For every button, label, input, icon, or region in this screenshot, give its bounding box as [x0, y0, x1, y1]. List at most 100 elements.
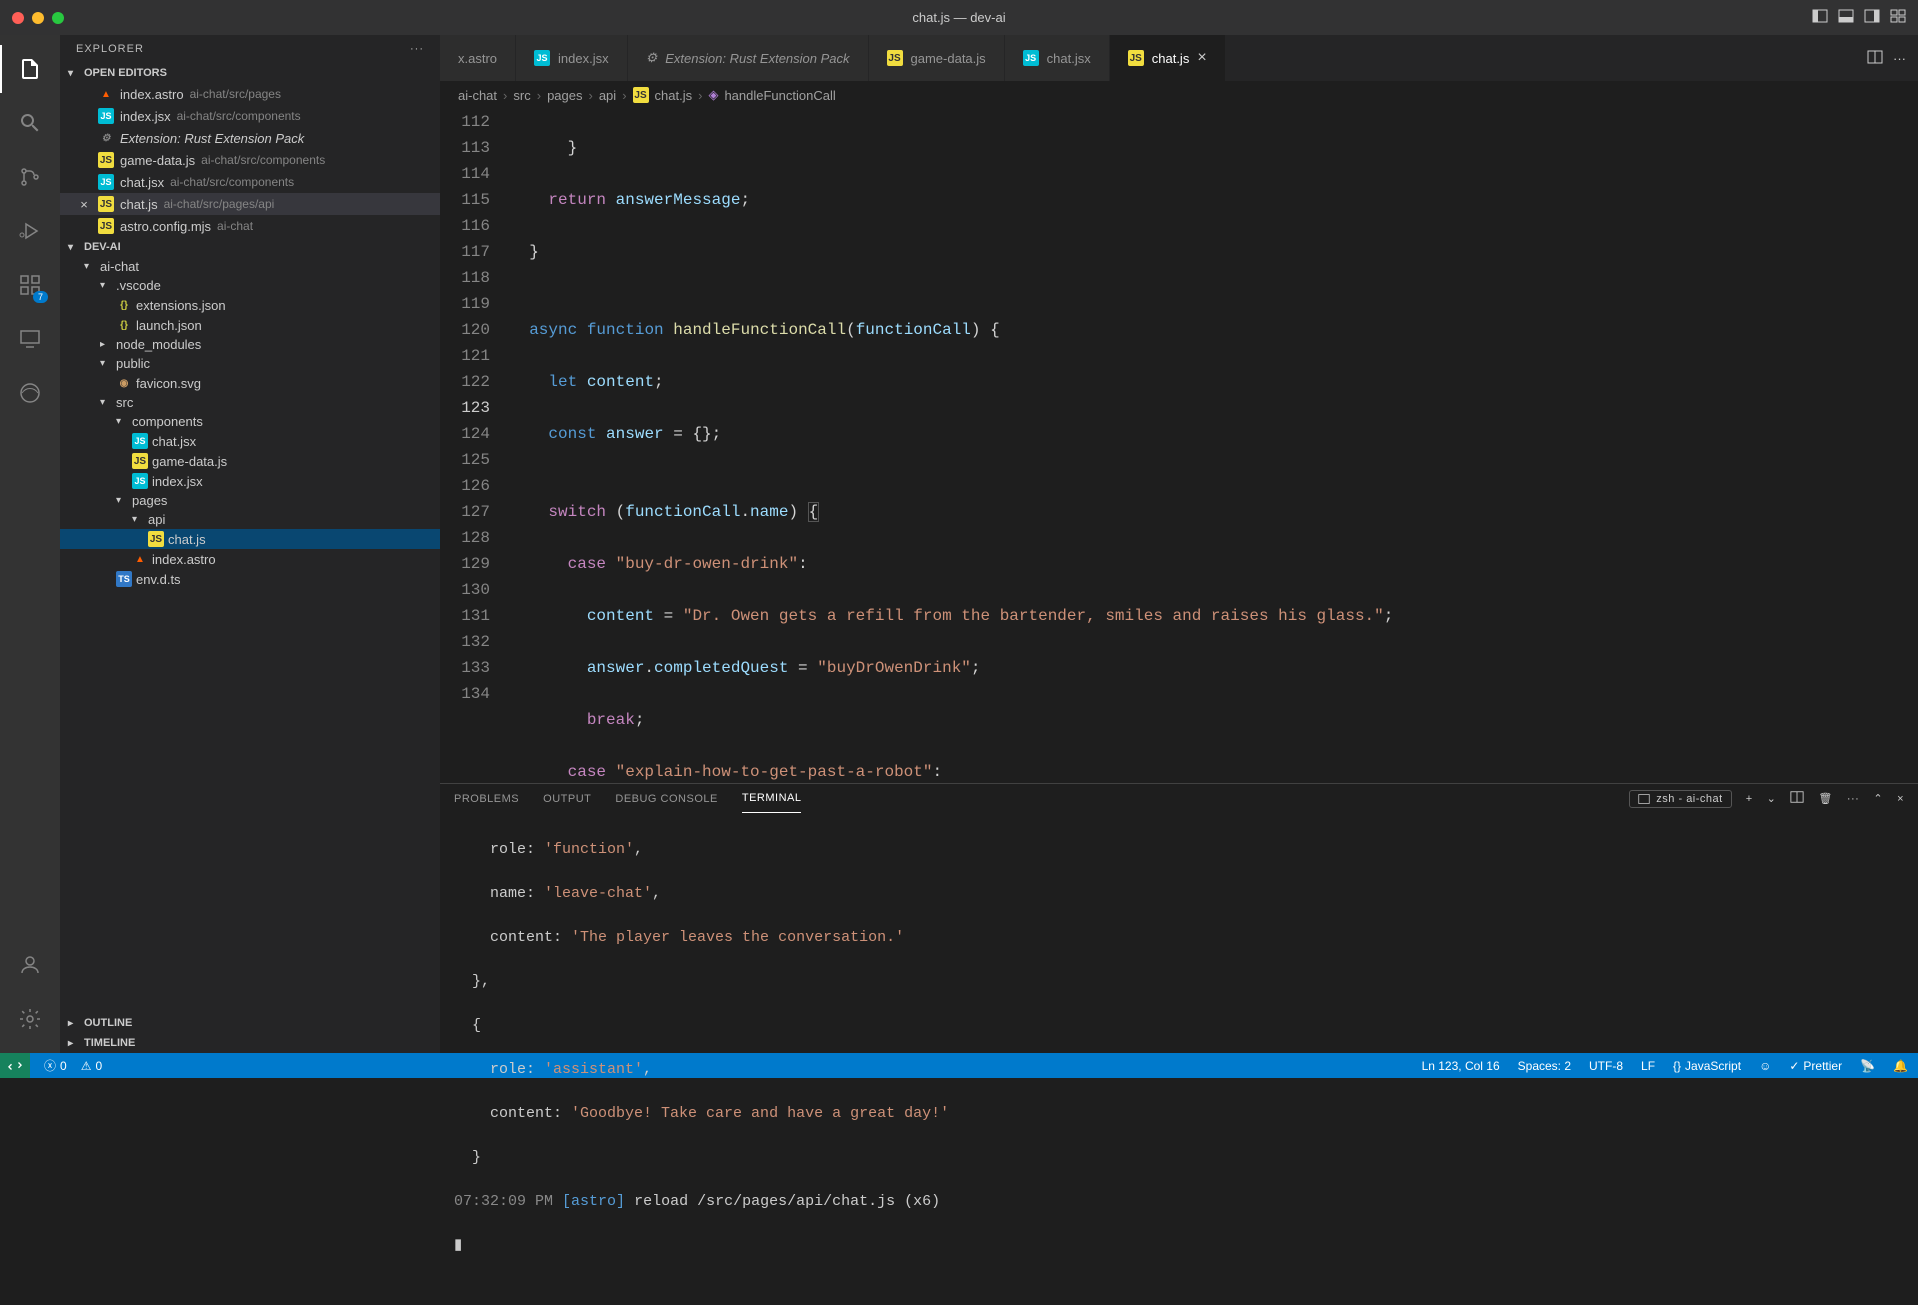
open-editor-item[interactable]: JSastro.config.mjsai-chat: [60, 215, 440, 237]
tree-file[interactable]: TSenv.d.ts: [60, 569, 440, 589]
status-remote[interactable]: [0, 1053, 30, 1078]
activity-explorer[interactable]: [6, 45, 54, 93]
tab[interactable]: JSgame-data.js: [869, 35, 1005, 81]
split-terminal-icon[interactable]: [1790, 790, 1804, 807]
workspace-section[interactable]: ▾ DEV-AI: [60, 237, 440, 257]
open-editor-item[interactable]: JSgame-data.jsai-chat/src/components: [60, 149, 440, 171]
js-icon: JS: [98, 152, 114, 168]
js-icon: JS: [887, 50, 903, 66]
layout-sidebar-left-icon[interactable]: [1812, 8, 1828, 27]
window-maximize[interactable]: [52, 12, 64, 24]
close-icon[interactable]: ×: [1197, 49, 1206, 67]
method-icon: ◈: [708, 87, 718, 103]
code-editor[interactable]: 1121131141151161171181191201211221231241…: [440, 109, 1918, 783]
panel-tab-output[interactable]: OUTPUT: [543, 785, 591, 813]
more-icon[interactable]: ···: [1893, 51, 1906, 66]
tree-folder[interactable]: ▾api: [60, 510, 440, 529]
status-lang[interactable]: {}JavaScript: [1673, 1059, 1741, 1073]
tab[interactable]: JSindex.jsx: [516, 35, 628, 81]
panel-tab-terminal[interactable]: TERMINAL: [742, 784, 802, 813]
status-bell-icon[interactable]: 🔔: [1893, 1059, 1908, 1073]
tree-file[interactable]: {}extensions.json: [60, 295, 440, 315]
status-cursor[interactable]: Ln 123, Col 16: [1422, 1059, 1500, 1073]
layout-panel-icon[interactable]: [1838, 8, 1854, 27]
new-terminal-icon[interactable]: +: [1746, 793, 1753, 805]
split-editor-icon[interactable]: [1867, 49, 1883, 68]
terminal-profile[interactable]: zsh - ai-chat: [1629, 790, 1731, 808]
status-errors[interactable]: ⓧ0: [44, 1057, 67, 1074]
layout-customize-icon[interactable]: [1890, 8, 1906, 27]
titlebar: chat.js — dev-ai: [0, 0, 1918, 35]
tree-folder[interactable]: ▾components: [60, 412, 440, 431]
open-editor-item[interactable]: JSindex.jsxai-chat/src/components: [60, 105, 440, 127]
jsx-icon: JS: [132, 433, 148, 449]
tab[interactable]: ⚙Extension: Rust Extension Pack: [628, 35, 869, 81]
js-icon: JS: [148, 531, 164, 547]
trash-icon[interactable]: 🗑: [1818, 792, 1832, 805]
activity-extensions[interactable]: 7: [6, 261, 54, 309]
open-editor-item[interactable]: ▲index.astroai-chat/src/pages: [60, 83, 440, 105]
activity-search[interactable]: [6, 99, 54, 147]
close-icon[interactable]: ×: [76, 197, 92, 212]
tree-file[interactable]: ◉favicon.svg: [60, 373, 440, 393]
status-warnings[interactable]: ⚠0: [81, 1059, 102, 1073]
status-feedback-icon[interactable]: ☺: [1759, 1059, 1771, 1073]
activity-remote[interactable]: [6, 315, 54, 363]
status-prettier[interactable]: ✓Prettier: [1789, 1059, 1842, 1073]
window-title: chat.js — dev-ai: [912, 10, 1005, 25]
status-live-icon[interactable]: 📡: [1860, 1059, 1875, 1073]
js-icon: JS: [132, 453, 148, 469]
close-icon[interactable]: ×: [1897, 793, 1904, 805]
activity-settings[interactable]: [6, 995, 54, 1043]
astro-icon: ▲: [132, 551, 148, 567]
sidebar-more-icon[interactable]: ···: [410, 43, 424, 55]
timeline-section[interactable]: ▸TIMELINE: [60, 1033, 440, 1053]
tree-file[interactable]: ▲index.astro: [60, 549, 440, 569]
chevron-up-icon[interactable]: ⌃: [1873, 792, 1883, 805]
chevron-down-icon[interactable]: ⌄: [1767, 792, 1777, 805]
gear-icon: ⚙: [98, 130, 114, 146]
panel-tab-debug[interactable]: DEBUG CONSOLE: [615, 785, 717, 813]
tree-folder[interactable]: ▾.vscode: [60, 276, 440, 295]
tree-folder[interactable]: ▸node_modules: [60, 335, 440, 354]
panel-tab-problems[interactable]: PROBLEMS: [454, 785, 519, 813]
activity-run-debug[interactable]: [6, 207, 54, 255]
tree-folder[interactable]: ▾public: [60, 354, 440, 373]
jsx-icon: JS: [534, 50, 550, 66]
more-icon[interactable]: ···: [1847, 793, 1860, 805]
tree-file-active[interactable]: JSchat.js: [60, 529, 440, 549]
tree-file[interactable]: JSchat.jsx: [60, 431, 440, 451]
jsx-icon: JS: [98, 174, 114, 190]
tree-folder[interactable]: ▾ai-chat: [60, 257, 440, 276]
activity-edge[interactable]: [6, 369, 54, 417]
outline-section[interactable]: ▸OUTLINE: [60, 1013, 440, 1033]
js-icon: JS: [98, 218, 114, 234]
status-encoding[interactable]: UTF-8: [1589, 1059, 1623, 1073]
json-icon: {}: [116, 317, 132, 333]
jsx-icon: JS: [98, 108, 114, 124]
activity-account[interactable]: [6, 941, 54, 989]
open-editor-item[interactable]: ⚙Extension: Rust Extension Pack: [60, 127, 440, 149]
tree-file[interactable]: JSgame-data.js: [60, 451, 440, 471]
svg-icon: ◉: [116, 375, 132, 391]
extensions-badge: 7: [33, 291, 48, 303]
breadcrumb[interactable]: ai-chat› src› pages› api› JSchat.js› ◈ha…: [440, 81, 1918, 109]
open-editors-section[interactable]: ▾ OPEN EDITORS: [60, 63, 440, 83]
window-close[interactable]: [12, 12, 24, 24]
status-eol[interactable]: LF: [1641, 1059, 1655, 1073]
tree-file[interactable]: JSindex.jsx: [60, 471, 440, 491]
open-editor-item[interactable]: JSchat.jsxai-chat/src/components: [60, 171, 440, 193]
tab[interactable]: x.astro: [440, 35, 516, 81]
layout-sidebar-right-icon[interactable]: [1864, 8, 1880, 27]
tab-bar: x.astro JSindex.jsx ⚙Extension: Rust Ext…: [440, 35, 1918, 81]
activity-source-control[interactable]: [6, 153, 54, 201]
tree-folder[interactable]: ▾src: [60, 393, 440, 412]
status-spaces[interactable]: Spaces: 2: [1518, 1059, 1571, 1073]
code-content[interactable]: } return answerMessage; } async function…: [510, 109, 1918, 783]
open-editor-item-active[interactable]: ×JSchat.jsai-chat/src/pages/api: [60, 193, 440, 215]
tab[interactable]: JSchat.jsx: [1005, 35, 1110, 81]
tree-folder[interactable]: ▾pages: [60, 491, 440, 510]
tab-active[interactable]: JSchat.js×: [1110, 35, 1226, 81]
window-minimize[interactable]: [32, 12, 44, 24]
tree-file[interactable]: {}launch.json: [60, 315, 440, 335]
